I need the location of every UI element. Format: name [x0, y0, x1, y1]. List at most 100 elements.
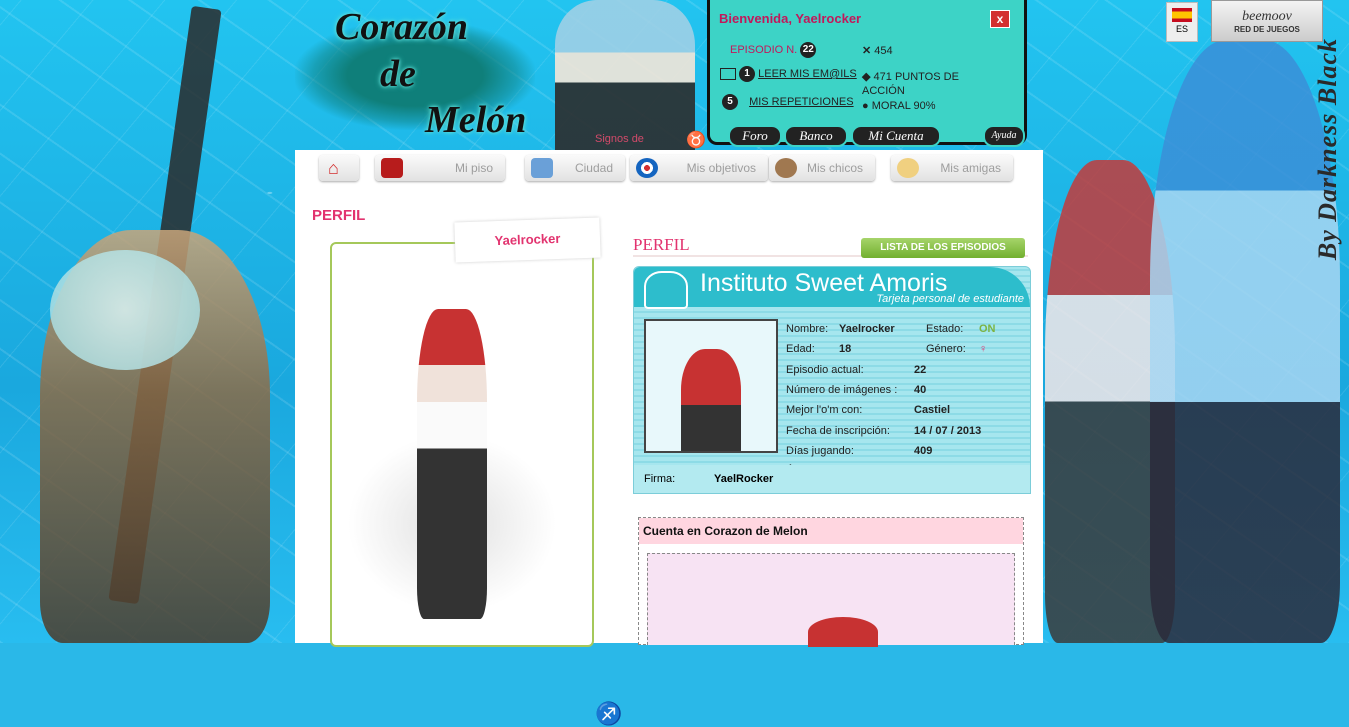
card-row-key: Días jugando: [786, 444, 854, 457]
logo-line-2: de [380, 53, 416, 95]
nav-tab-label: Mis amigas [940, 161, 1001, 175]
account-box-content [647, 553, 1015, 647]
card-row: Episodio actual: 22 [784, 360, 1024, 380]
moral-stat: ● MORAL 90% [862, 100, 936, 112]
card-row: Días jugando: 409 [784, 441, 1024, 461]
card-row-value: 409 [914, 444, 933, 457]
language-code: ES [1175, 24, 1188, 34]
avatar-frame: ♐ [330, 242, 622, 726]
cupcake-icon [644, 271, 688, 309]
nav-tab-mis-chicos[interactable]: Mis chicos [769, 155, 875, 181]
spain-flag-icon [1172, 8, 1192, 22]
network-badge[interactable]: beemoov RED DE JUEGOS [1211, 0, 1323, 42]
emails-count-badge: 1 [739, 66, 756, 82]
student-card: Instituto Sweet Amoris Tarjeta personal … [633, 266, 1031, 494]
close-button[interactable]: x [990, 10, 1010, 28]
card-row-key-2: Estado: [926, 323, 964, 335]
card-row-key-2: Género: [926, 343, 966, 356]
card-row-value: 22 [914, 363, 927, 376]
repetitions-link[interactable]: MIS REPETICIONES [749, 96, 854, 108]
card-row-key: Fecha de inscripción: [786, 424, 890, 437]
left-character-hair [50, 250, 200, 370]
network-label: RED DE JUEGOS [1234, 25, 1300, 34]
nav-tab-label: Mi piso [454, 161, 493, 175]
logo-line-3: Melón [425, 99, 527, 141]
boy-avatar-icon [775, 158, 797, 178]
language-selector[interactable]: ES [1166, 2, 1198, 42]
status-badge: ON [979, 323, 996, 335]
card-row-value: 18 [839, 343, 852, 356]
card-row-key: Nombre: [786, 323, 829, 335]
card-row: Fecha de inscripción: 14 / 07 / 2013 [784, 421, 1024, 441]
moral-value: MORAL 90% [871, 100, 936, 112]
signature-value: YaelRocker [714, 473, 774, 485]
card-row: Número de imágenes : 40 [784, 380, 1024, 400]
nav-tab-ciudad[interactable]: Ciudad [525, 155, 625, 181]
nav-tab-mis-amigas[interactable]: Mis amigas [891, 155, 1013, 181]
card-row-key: Mejor l'o'm con: [786, 404, 863, 417]
page-title: PERFIL [312, 207, 366, 224]
nav-tab-label: Mis objetivos [686, 161, 756, 175]
main-content: ⌂ Mi piso Ciudad Mis objetivos Mis chico… [295, 150, 1043, 726]
target-icon [636, 158, 658, 178]
card-header: Instituto Sweet Amoris Tarjeta personal … [634, 267, 1030, 309]
nav-tab-label: Ciudad [574, 161, 613, 175]
welcome-panel: Bienvenida, Yaelrocker x EPISODIO N. 22 … [707, 0, 1027, 147]
card-row-key: Edad: [786, 343, 815, 356]
repetitions-count-badge: 5 [722, 94, 738, 110]
episodes-list-button[interactable]: LISTA DE LOS EPISODIOS [861, 238, 1025, 258]
sofa-icon [381, 158, 403, 178]
emails-row[interactable]: 1 LEER MIS EM@ILS [720, 66, 857, 82]
profile-subtitle: PERFIL [633, 235, 690, 254]
dollars-stat: ✕ 454 [862, 44, 893, 57]
action-points-value: 471 PUNTOS DE ACCIÓN [862, 71, 959, 97]
nav-home-tab[interactable]: ⌂ [319, 155, 359, 181]
card-row-value: 40 [914, 383, 927, 396]
action-points-stat: ◆ 471 PUNTOS DE ACCIÓN [862, 70, 982, 98]
username-label: Yaelrocker [454, 217, 601, 263]
account-box-title: Cuenta en Corazon de Melon [639, 518, 1023, 544]
header-character-art [555, 0, 695, 150]
student-photo-avatar [681, 349, 741, 451]
nav-tab-label: Mis chicos [806, 161, 863, 175]
moral-icon: ● [862, 100, 869, 112]
episode-indicator: EPISODIO N. 22 [730, 42, 817, 58]
taurus-icon[interactable]: ♉ [686, 130, 706, 150]
house-icon: ⌂ [328, 158, 339, 178]
episode-label: EPISODIO N. [730, 43, 798, 56]
repetitions-row[interactable]: 5 MIS REPETICIONES [722, 94, 854, 110]
nav-tab-mis-objetivos[interactable]: Mis objetivos [630, 155, 768, 181]
card-row: Mejor l'o'm con: Castiel [784, 400, 1024, 420]
welcome-text: Bienvenida, Yaelrocker [719, 11, 862, 26]
card-row-value: 14 / 07 / 2013 [914, 424, 982, 437]
mail-icon [720, 68, 736, 80]
dollars-value: 454 [874, 45, 893, 57]
gender-icon: ♀ [979, 343, 988, 356]
nav-tab-mi-piso[interactable]: Mi piso [375, 155, 505, 181]
sagittarius-icon: ♐ [595, 701, 623, 726]
forum-button[interactable]: Foro [728, 125, 782, 147]
bank-button[interactable]: Banco [784, 125, 848, 147]
card-row: Edad: 18 Género: ♀ [784, 339, 1024, 359]
card-row: Nombre: Yaelrocker Estado: ON [784, 319, 1024, 339]
signature-label: Firma: [644, 473, 676, 485]
player-avatar [417, 309, 487, 619]
account-box: Cuenta en Corazon de Melon [638, 517, 1024, 647]
student-photo [644, 319, 778, 453]
network-brand: beemoov [1242, 9, 1292, 24]
card-row-key: Número de imágenes : [786, 383, 898, 396]
right-character-blue [1150, 40, 1340, 643]
help-button[interactable]: Ayuda [983, 125, 1025, 147]
zodiac-signs-link[interactable]: Signos de [595, 133, 644, 145]
card-row-value: Castiel [914, 404, 951, 417]
card-row-value: Yaelrocker [839, 323, 895, 335]
my-account-button[interactable]: Mi Cuenta [851, 125, 941, 147]
emails-link[interactable]: LEER MIS EM@ILS [758, 68, 857, 80]
episode-number-badge: 22 [800, 42, 817, 58]
action-points-icon: ◆ [862, 71, 871, 83]
building-icon [531, 158, 553, 178]
card-subtitle: Tarjeta personal de estudiante [876, 293, 1024, 305]
girl-avatar-icon [897, 158, 919, 178]
signature-row: Firma: YaelRocker [634, 465, 1030, 493]
dollar-icon: ✕ [862, 45, 872, 57]
